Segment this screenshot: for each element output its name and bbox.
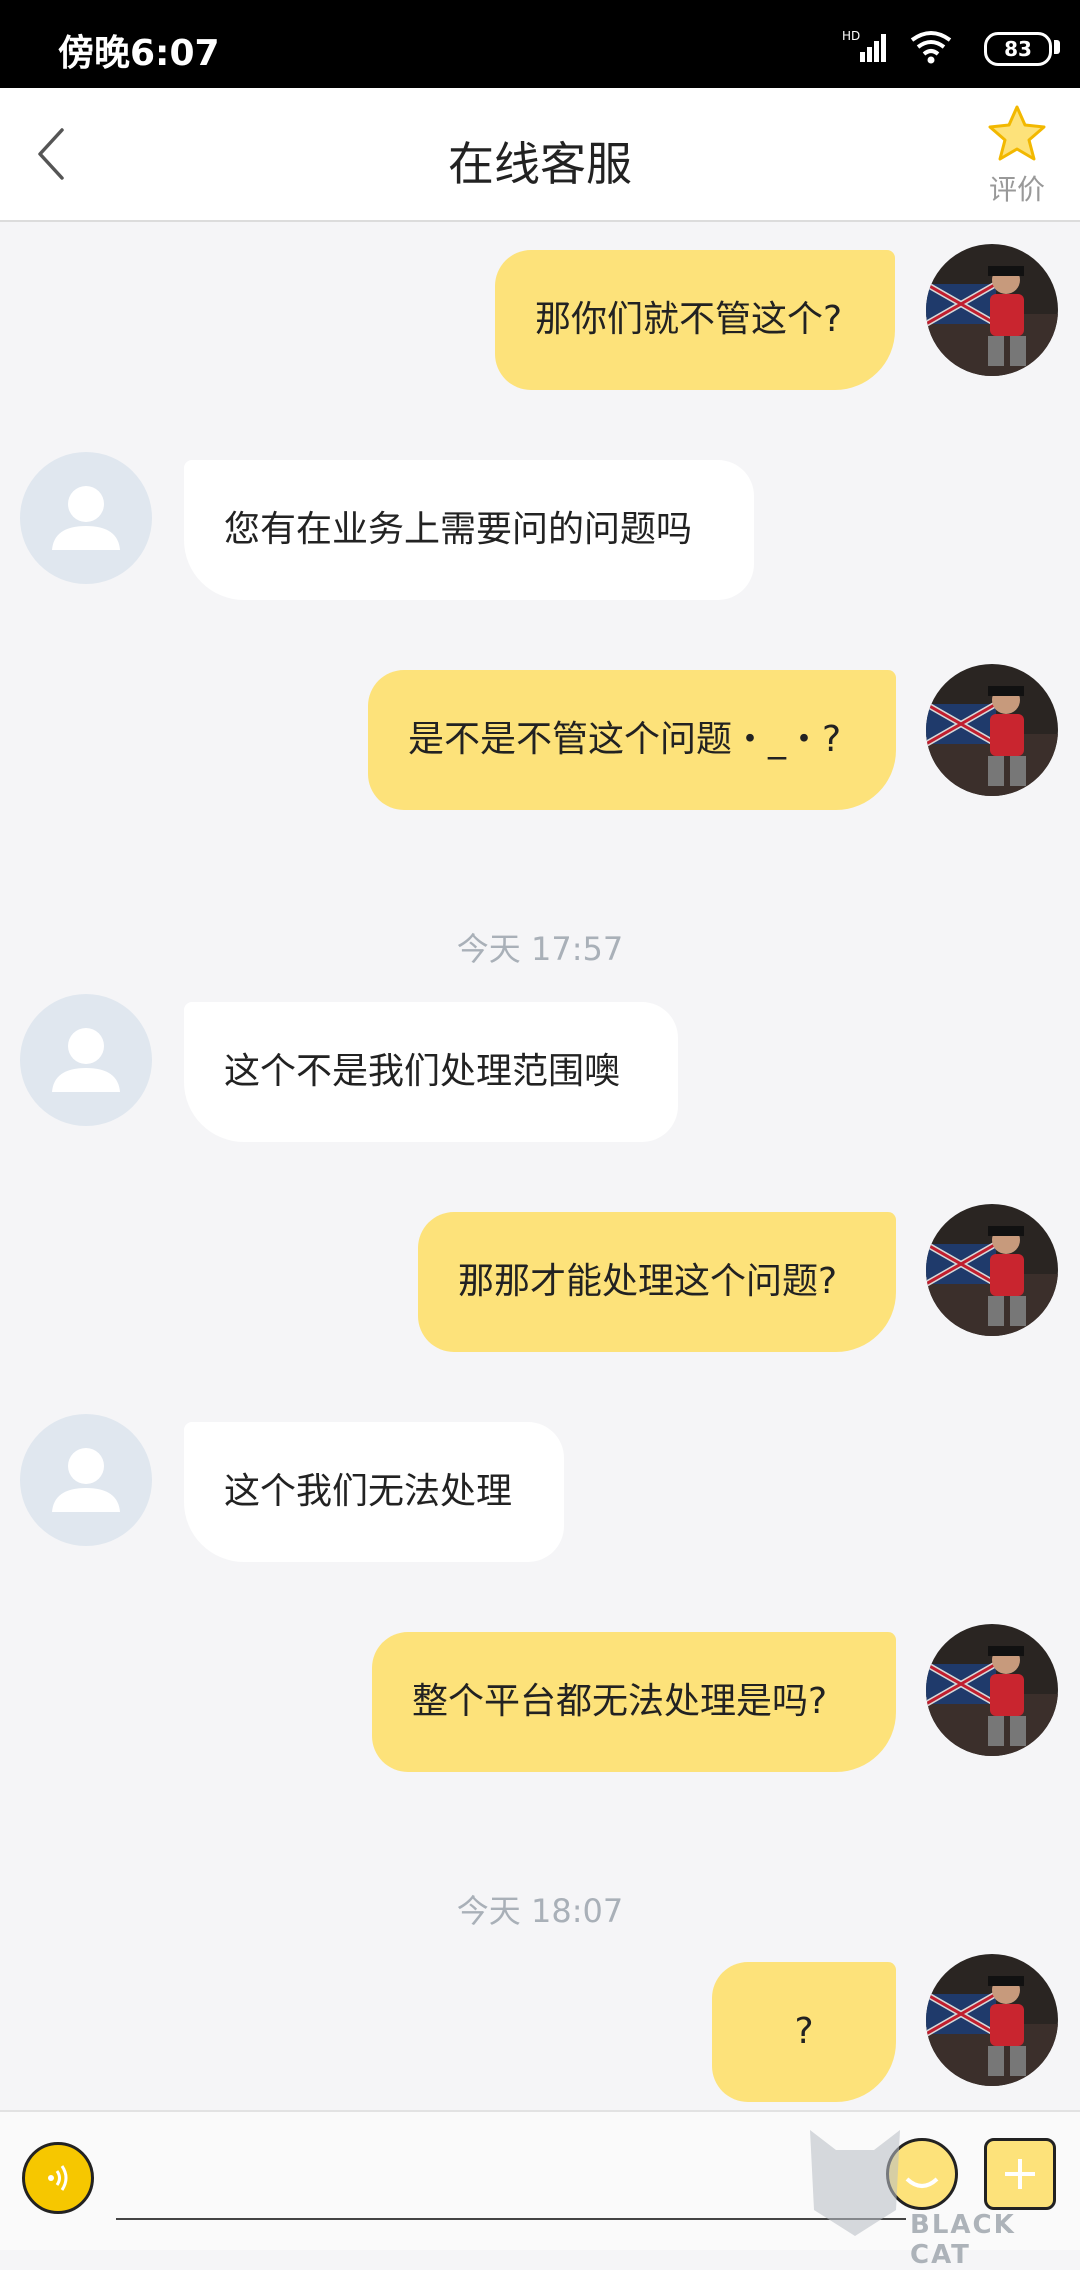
watermark: BLACK CAT: [800, 2120, 1070, 2270]
agent-message-bubble[interactable]: 您有在业务上需要问的问题吗: [184, 460, 754, 600]
my-message-bubble[interactable]: 整个平台都无法处理是吗?: [372, 1632, 896, 1772]
agent-message-bubble[interactable]: 这个我们无法处理: [184, 1422, 564, 1562]
agent-avatar: [20, 452, 152, 584]
voice-icon: [48, 2165, 68, 2191]
my-message-bubble[interactable]: 是不是不管这个问题・_・?: [368, 670, 896, 810]
signal-icon: HD: [842, 30, 886, 62]
timestamp: 今天 17:57: [456, 930, 624, 968]
my-message-bubble[interactable]: 那你们就不管这个?: [495, 250, 895, 390]
my-avatar[interactable]: [926, 244, 1058, 376]
my-avatar[interactable]: [926, 1624, 1058, 1756]
rate-label: 评价: [988, 173, 1045, 206]
agent-avatar: [20, 994, 152, 1126]
battery-tip: [1054, 40, 1060, 54]
svg-text:HD: HD: [842, 30, 860, 43]
star-icon: [988, 105, 1046, 161]
message-input[interactable]: [116, 2218, 906, 2220]
my-avatar[interactable]: [926, 1954, 1058, 2086]
page-title: 在线客服: [448, 137, 632, 191]
voice-input-button[interactable]: [22, 2142, 94, 2214]
watermark-text: BLACK CAT: [910, 2210, 1016, 2270]
rate-button[interactable]: 评价: [982, 104, 1052, 208]
my-avatar[interactable]: [926, 664, 1058, 796]
battery-indicator: 83: [984, 32, 1052, 66]
cat-logo-icon: [810, 2130, 900, 2236]
wifi-icon: [910, 31, 952, 64]
status-time: 傍晚6:07: [58, 33, 220, 74]
my-message-bubble[interactable]: 那那才能处理这个问题?: [418, 1212, 896, 1352]
my-avatar[interactable]: [926, 1204, 1058, 1336]
my-message-bubble[interactable]: ?: [712, 1962, 896, 2102]
agent-avatar: [20, 1414, 152, 1546]
agent-message-bubble[interactable]: 这个不是我们处理范围噢: [184, 1002, 678, 1142]
status-bar: 傍晚6:07 HD 83: [0, 0, 1080, 88]
chat-header: 在线客服 评价: [0, 88, 1080, 222]
timestamp: 今天 18:07: [456, 1892, 624, 1930]
